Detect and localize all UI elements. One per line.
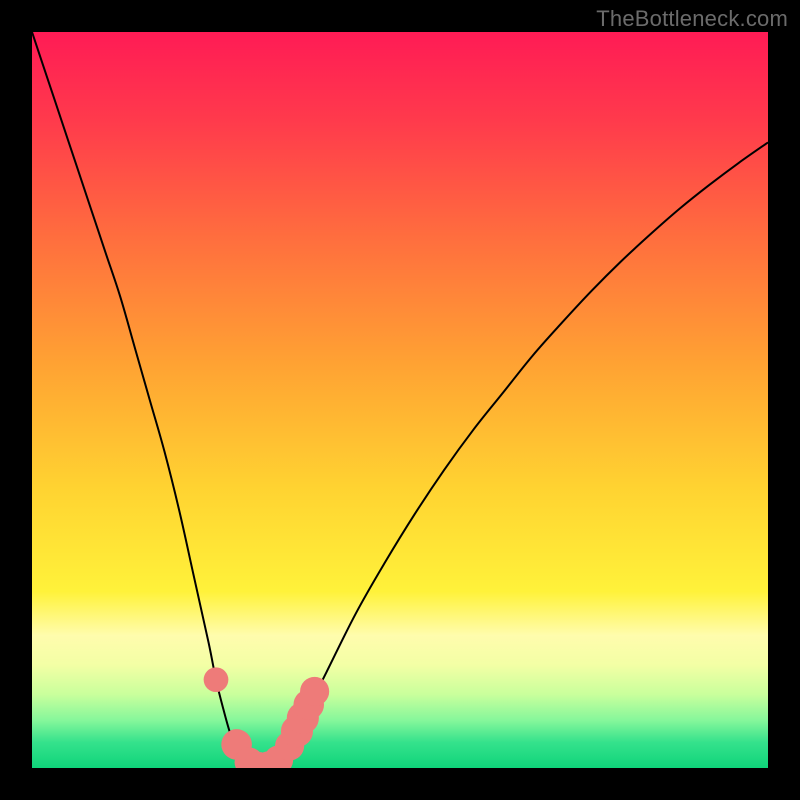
chart-plot-area bbox=[32, 32, 768, 768]
watermark-text: TheBottleneck.com bbox=[596, 6, 788, 32]
chart-background-gradient bbox=[32, 32, 768, 768]
chart-frame: TheBottleneck.com bbox=[0, 0, 800, 800]
